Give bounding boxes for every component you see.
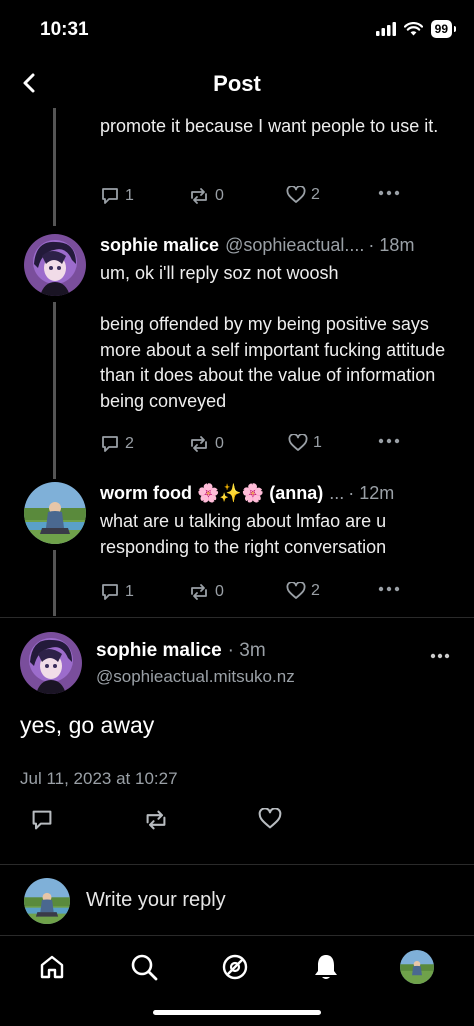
like-button[interactable]: 2 [286,186,320,204]
battery-indicator: 99 [430,20,457,38]
reply-button[interactable] [30,808,54,832]
heart-icon [288,434,308,451]
bottom-nav [0,937,474,997]
heart-icon [286,582,306,599]
heart-icon [258,808,282,829]
reply-button[interactable]: 1 [100,186,134,206]
status-time: 10:31 [40,19,89,40]
reply-count: 1 [125,187,134,204]
post-time: · 18m [368,235,415,255]
more-icon [378,438,400,444]
more-icon [378,586,400,592]
post-date: Jul 11, 2023 at 10:27 [20,769,178,788]
heart-icon [286,186,306,203]
author-name[interactable]: sophie malice [96,640,222,662]
repost-button[interactable]: 0 [188,434,224,454]
author-handle[interactable]: ... [329,483,344,504]
reply-button[interactable]: 2 [100,434,134,454]
avatar [24,878,70,924]
repost-button[interactable]: 0 [188,582,224,602]
main-post-text: yes, go away [20,712,155,738]
author-line: sophie malice · 3m [96,640,266,662]
post-actions: 1 0 2 [100,186,400,210]
comment-icon [102,436,118,452]
more-options-button[interactable] [378,586,400,592]
repost-icon [191,188,207,204]
reply-count: 2 [125,435,134,452]
comment-icon [102,584,118,600]
more-options-button[interactable] [430,646,450,664]
post-header: sophie malice @sophieactual.... · 18m [100,235,460,256]
repost-count: 0 [215,187,224,204]
thread-line [53,550,56,616]
post-text: promote it because I want people to use … [100,116,439,136]
main-post-actions [30,808,330,832]
nav-feeds[interactable] [215,947,255,987]
avatar[interactable] [20,632,82,694]
more-options-button[interactable] [378,190,400,196]
repost-count: 0 [215,583,224,600]
search-icon [131,954,158,981]
avatar[interactable] [24,234,86,296]
more-icon [430,653,450,659]
thread-line [53,302,56,479]
divider [0,617,474,618]
feeds-icon [222,954,248,980]
repost-count: 0 [215,435,224,452]
page-title: Post [213,71,261,96]
status-bar: 10:31 99 [0,0,474,60]
comment-icon [102,188,118,204]
like-button[interactable]: 2 [286,582,320,600]
author-name[interactable]: worm food 🌸✨🌸 (anna) [100,483,323,504]
nav-notifications[interactable] [306,947,346,987]
post-text: um, ok i'll reply soz not woosh being of… [100,263,446,411]
divider [0,864,474,865]
post-time: · 12m [348,483,395,503]
repost-icon [191,436,207,452]
post-actions: 1 0 2 [100,582,400,606]
like-button[interactable]: 1 [288,434,322,452]
reply-bar[interactable]: Write your reply [0,866,474,936]
author-handle[interactable]: @sophieactual.mitsuko.nz [96,667,295,687]
header: Post [0,60,474,106]
home-indicator [153,1010,321,1015]
author-name[interactable]: sophie malice [100,235,219,256]
avatar[interactable] [24,482,86,544]
post-header: worm food 🌸✨🌸 (anna) ... · 12m [100,483,460,504]
more-options-button[interactable] [378,438,400,444]
reply-button[interactable]: 1 [100,582,134,602]
reply-input[interactable]: Write your reply [86,889,226,912]
post-text: what are u talking about lmfao are u res… [100,511,387,557]
like-count: 2 [311,186,320,203]
reply-count: 1 [125,583,134,600]
post-time: · 3m [227,640,266,661]
author-handle[interactable]: @sophieactual.... [225,235,364,256]
like-button[interactable] [258,808,282,830]
nav-search[interactable] [124,947,164,987]
signal-icon [375,22,396,36]
thread-line [53,108,56,226]
like-count: 2 [311,582,320,599]
nav-profile[interactable] [397,947,437,987]
home-icon [40,955,64,979]
post-actions: 2 0 1 [100,434,400,458]
like-count: 1 [313,434,322,451]
repost-button[interactable]: 0 [188,186,224,206]
repost-icon [191,584,207,600]
repost-button[interactable] [142,808,170,832]
profile-avatar [400,950,434,984]
bell-icon [315,955,337,979]
nav-home[interactable] [32,947,72,987]
status-icons: 99 [375,20,457,38]
wifi-icon [403,22,423,36]
repost-icon [146,810,166,830]
divider [0,935,474,936]
more-icon [378,190,400,196]
comment-icon [32,810,52,830]
